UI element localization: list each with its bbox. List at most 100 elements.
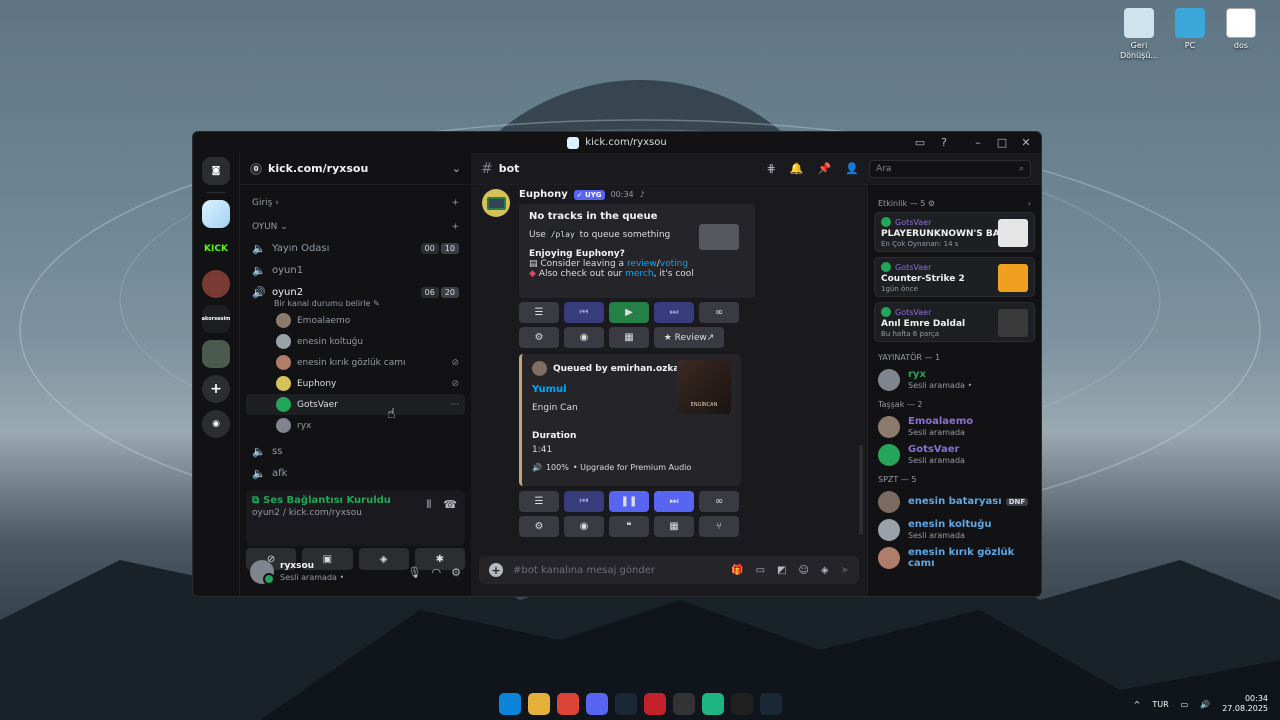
voice-channel-afk[interactable]: 🔈 afk (246, 462, 465, 484)
previous-button[interactable]: ⏮ (564, 491, 604, 512)
member-item[interactable]: Emoalaemo Sesli aramada (874, 413, 1035, 441)
user-avatar[interactable] (250, 560, 275, 585)
next-button[interactable]: ⏭ (654, 491, 694, 512)
gif-icon[interactable]: ▭ (756, 565, 765, 576)
review-button[interactable]: ★ Review ↗ (654, 327, 724, 348)
discord-icon[interactable] (585, 693, 608, 715)
voice-status[interactable]: Ses Bağlantısı Kuruldu (263, 495, 391, 506)
app-ring-icon[interactable] (672, 693, 695, 715)
help-icon[interactable]: ? (933, 134, 955, 152)
member-item[interactable]: enesin bataryası DNF (874, 488, 1035, 516)
voice-channel-yayin-odasi[interactable]: 🔈 Yayın Odası 00 10 (246, 237, 465, 259)
more-options-icon[interactable]: ··· (450, 400, 459, 410)
queue-list-button[interactable]: ☰ (519, 491, 559, 512)
server-icon-text[interactable]: akorsesim (202, 305, 230, 333)
apps-icon[interactable]: ◈ (821, 565, 829, 576)
playlist-button[interactable]: ▦ (609, 327, 649, 348)
activity-card[interactable]: GotsVaer PLAYERUNKNOWN'S BAT... En Çok O… (874, 212, 1035, 252)
member-item[interactable]: enesin koltuğu Sesli aramada (874, 516, 1035, 544)
pause-button[interactable]: ❚❚ (609, 491, 649, 512)
member-item[interactable]: GotsVaer Sesli aramada (874, 441, 1035, 469)
settings-gear-icon[interactable]: ⚙ (451, 566, 461, 579)
queue-loop-button[interactable]: ☰ (519, 302, 559, 323)
message-author[interactable]: Euphony (519, 189, 568, 200)
category-oyun[interactable]: OYUN ⌄ + (246, 217, 465, 237)
activity-card[interactable]: GotsVaer Counter-Strike 2 1gün önce (874, 257, 1035, 297)
chevron-right-icon[interactable]: › (1028, 199, 1031, 208)
category-giris[interactable]: Giriş › + (246, 193, 465, 213)
plus-icon[interactable]: + (451, 198, 459, 208)
voice-member[interactable]: enesin koltuğu (246, 331, 465, 352)
voice-member[interactable]: ryx (246, 415, 465, 436)
recycle-bin-desktop-icon[interactable]: Geri Dönüşü... (1112, 8, 1166, 61)
voice-channel-ss[interactable]: 🔈 ss (246, 440, 465, 462)
maximize-button[interactable]: □ (991, 134, 1013, 152)
clock[interactable]: 00:34 27.08.2025 (1222, 694, 1268, 714)
review-link[interactable]: review (627, 259, 657, 269)
steam-icon[interactable] (759, 693, 782, 715)
explore-button[interactable]: ◉ (564, 327, 604, 348)
minimize-button[interactable]: – (967, 134, 989, 152)
discover-button[interactable]: ◉ (202, 410, 230, 438)
attach-plus-icon[interactable]: + (489, 563, 503, 577)
gear-icon[interactable]: ⚙ (928, 199, 935, 208)
merch-link[interactable]: merch (625, 269, 653, 279)
chevron-up-icon[interactable]: ^ (1134, 700, 1141, 709)
windows-icon[interactable] (498, 693, 521, 715)
lyrics-button[interactable]: ❝ (609, 516, 649, 537)
server-icon-active[interactable] (202, 200, 230, 228)
previous-button[interactable]: ⏮ (564, 302, 604, 323)
headphones-icon[interactable]: ◠ (432, 566, 442, 579)
voice-member[interactable]: Emoalaemo (246, 310, 465, 331)
network-icon[interactable]: ▭ (1181, 700, 1189, 709)
app-red-icon[interactable] (643, 693, 666, 715)
bot-avatar[interactable] (482, 189, 510, 217)
channel-status-prompt[interactable]: Bir kanal durumu belirle ✎ (246, 299, 465, 308)
voice-member[interactable]: GotsVaer ··· (246, 394, 465, 415)
threads-icon[interactable]: ⋕ (767, 162, 776, 175)
emoji-icon[interactable]: ☺ (798, 565, 808, 576)
app-green-icon[interactable] (701, 693, 724, 715)
explore-button[interactable]: ◉ (564, 516, 604, 537)
loop-button[interactable]: ∞ (699, 302, 739, 323)
plus-icon[interactable]: + (451, 222, 459, 232)
chat-scrollbar[interactable] (859, 445, 863, 535)
loop-button[interactable]: ∞ (699, 491, 739, 512)
app-dark-icon[interactable] (730, 693, 753, 715)
close-button[interactable]: ✕ (1015, 134, 1037, 152)
autoplay-button[interactable]: ⑂ (699, 516, 739, 537)
disconnect-icon[interactable]: ☎ (443, 498, 457, 512)
sticker-icon[interactable]: ◩ (777, 565, 786, 576)
chrome-icon[interactable] (556, 693, 579, 715)
guild-header[interactable]: 0 kick.com/ryxsou ⌄ (240, 153, 471, 185)
settings-button[interactable]: ⚙ (519, 327, 559, 348)
voice-member[interactable]: enesin kırık gözlük camı ⊘ (246, 352, 465, 373)
next-button[interactable]: ⏭ (654, 302, 694, 323)
microphone-icon[interactable]: 🎙 (408, 566, 422, 579)
member-item[interactable]: enesin kırık gözlük camı (874, 544, 1035, 572)
activity-card[interactable]: GotsVaer Anıl Emre Daldal Bu hafta 6 par… (874, 302, 1035, 342)
playlist-button[interactable]: ▦ (654, 516, 694, 537)
add-server-button[interactable]: + (202, 375, 230, 403)
server-icon-kick[interactable]: KICK (202, 235, 230, 263)
play-button[interactable]: ▶ (609, 302, 649, 323)
steam-icon[interactable] (614, 693, 637, 715)
gift-icon[interactable]: 🎁 (731, 565, 743, 576)
server-icon-image[interactable] (202, 340, 230, 368)
bell-icon[interactable]: 🔔 (790, 162, 804, 175)
voting-link[interactable]: voting (660, 259, 688, 269)
input-language[interactable]: TUR (1152, 700, 1168, 709)
folder-icon[interactable] (527, 693, 550, 715)
voice-channel-oyun1[interactable]: 🔈 oyun1 (246, 259, 465, 281)
member-item[interactable]: ryx Sesli aramada • (874, 366, 1035, 394)
pin-icon[interactable]: 📌 (818, 162, 832, 175)
dos-desktop-icon[interactable]: dos (1214, 8, 1268, 51)
direct-messages-button[interactable]: ◙ (202, 157, 230, 185)
send-icon[interactable]: ➤ (841, 565, 849, 576)
volume-icon[interactable]: 🔊 (1200, 700, 1210, 709)
noise-suppression-icon[interactable]: ⦀ (426, 498, 431, 512)
search-input[interactable]: Ara ⌕ (869, 159, 1031, 178)
members-icon[interactable]: 👤 (845, 162, 859, 175)
server-icon-avatar[interactable] (202, 270, 230, 298)
voice-member[interactable]: Euphony ⊘ (246, 373, 465, 394)
